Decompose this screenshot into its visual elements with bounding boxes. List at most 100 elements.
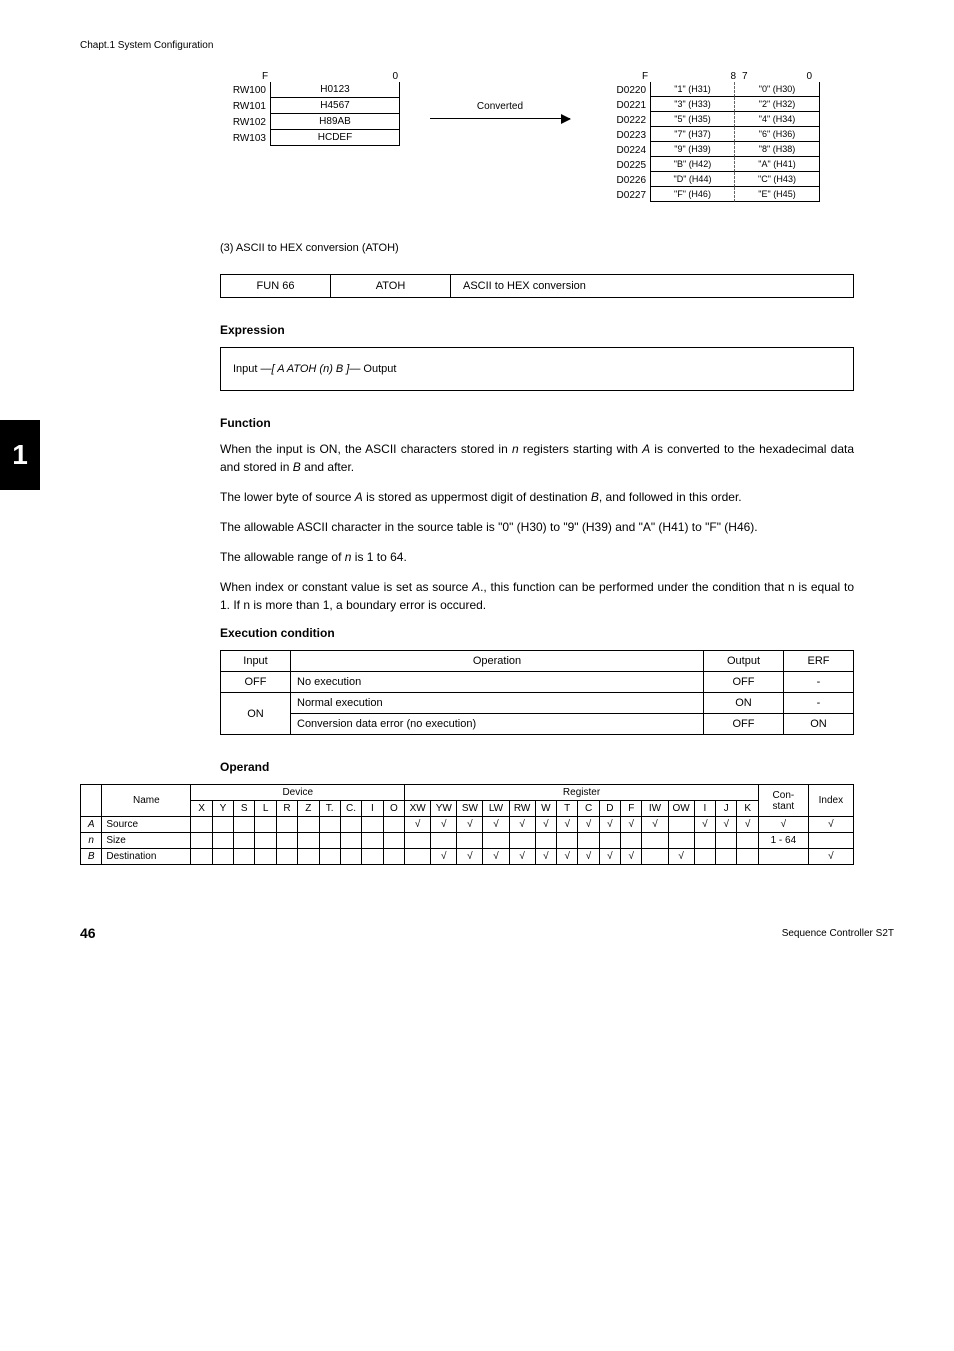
body-paragraph: The allowable ASCII character in the sou… <box>220 518 854 536</box>
dst-cell: "4" (H34) <box>735 112 820 127</box>
td: ON <box>704 693 784 714</box>
dst-cell: "8" (H38) <box>735 142 820 157</box>
execution-table: InputOperationOutputERF OFFNo executionO… <box>220 650 854 735</box>
td: OFF <box>221 672 291 693</box>
dst-cell: "1" (H31) <box>650 82 735 97</box>
dst-cell: "A" (H41) <box>735 157 820 172</box>
row-label: D0227 <box>600 187 650 202</box>
bit-label: F <box>642 71 692 82</box>
expression-box: Input —[ A ATOH (n) B ]— Output <box>220 347 854 391</box>
th: O <box>383 801 405 817</box>
row-label: D0226 <box>600 172 650 187</box>
dst-cell: "E" (H45) <box>735 187 820 202</box>
td: - <box>784 693 854 714</box>
th: ERF <box>784 651 854 672</box>
td: Source <box>102 817 191 833</box>
th: Con- stant <box>758 785 808 817</box>
dst-cell: "3" (H33) <box>650 97 735 112</box>
expr-text: Output <box>360 363 396 375</box>
row-label: RW103 <box>220 130 270 146</box>
th: C <box>578 801 599 817</box>
expr-text: Input <box>233 363 261 375</box>
th: XW <box>405 801 431 817</box>
td: A <box>81 817 102 833</box>
body-paragraph: The lower byte of source A is stored as … <box>220 488 854 506</box>
th: OW <box>668 801 694 817</box>
th: I <box>362 801 383 817</box>
td: ON <box>784 714 854 735</box>
th: F <box>621 801 642 817</box>
bit-label: F <box>262 71 268 82</box>
th: Device <box>191 785 405 801</box>
row-label: RW102 <box>220 114 270 130</box>
body-paragraph: When the input is ON, the ASCII characte… <box>220 440 854 476</box>
body-paragraph: The allowable range of n is 1 to 64. <box>220 548 854 566</box>
th: J <box>716 801 737 817</box>
th: K <box>737 801 759 817</box>
row-label: D0221 <box>600 97 650 112</box>
th: T. <box>319 801 340 817</box>
th <box>81 785 102 817</box>
src-cell: H0123 <box>270 82 400 98</box>
row-label: RW100 <box>220 82 270 98</box>
td: Size <box>102 833 191 849</box>
th: Y <box>212 801 233 817</box>
chapter-header: Chapt.1 System Configuration <box>80 40 894 51</box>
dst-cell: "B" (H42) <box>650 157 735 172</box>
bit-label: 0 <box>392 71 398 82</box>
page-number: 46 <box>80 925 96 941</box>
row-label: D0223 <box>600 127 650 142</box>
row-label: D0220 <box>600 82 650 97</box>
th: S <box>234 801 255 817</box>
src-cell: H89AB <box>270 114 400 130</box>
fun-number: FUN 66 <box>221 275 331 297</box>
expression-heading: Expression <box>220 323 854 337</box>
td: B <box>81 849 102 865</box>
th: X <box>191 801 212 817</box>
th: C. <box>340 801 361 817</box>
row-label: D0225 <box>600 157 650 172</box>
table-row: B Destination √√√√√√√√√√ √ <box>81 849 854 865</box>
th: Operation <box>291 651 704 672</box>
operand-heading: Operand <box>220 760 854 774</box>
arrow-label: Converted <box>477 101 523 112</box>
th: L <box>255 801 276 817</box>
operand-table: Name Device Register Con- stant Index XY… <box>80 784 854 865</box>
th: R <box>276 801 297 817</box>
th: Name <box>102 785 191 817</box>
table-row: A Source √√√√√√√√√√√√√√ √√ <box>81 817 854 833</box>
arrow-icon <box>430 118 570 119</box>
execution-heading: Execution condition <box>220 626 854 640</box>
row-label: RW101 <box>220 98 270 114</box>
th: Input <box>221 651 291 672</box>
th: IW <box>642 801 668 817</box>
td: - <box>784 672 854 693</box>
row-label: D0224 <box>600 142 650 157</box>
function-header-table: FUN 66 ATOH ASCII to HEX conversion <box>220 274 854 298</box>
td: OFF <box>704 672 784 693</box>
th: YW <box>431 801 457 817</box>
body-paragraph: When index or constant value is set as s… <box>220 578 854 614</box>
conversion-diagram: F0 RW100H0123 RW101H4567 RW102H89AB RW10… <box>220 71 854 202</box>
th: Output <box>704 651 784 672</box>
bit-label: 7 <box>742 71 777 82</box>
th: W <box>535 801 556 817</box>
dst-cell: "F" (H46) <box>650 187 735 202</box>
dst-cell: "D" (H44) <box>650 172 735 187</box>
th: I <box>694 801 715 817</box>
th: Register <box>405 785 759 801</box>
footer-text: Sequence Controller S2T <box>782 928 894 939</box>
td: Destination <box>102 849 191 865</box>
th: Index <box>808 785 853 817</box>
destination-table: F870 D0220"1" (H31)"0" (H30) D0221"3" (H… <box>600 71 820 202</box>
dst-cell: "6" (H36) <box>735 127 820 142</box>
source-table: F0 RW100H0123 RW101H4567 RW102H89AB RW10… <box>220 71 400 146</box>
dst-cell: "7" (H37) <box>650 127 735 142</box>
th: RW <box>509 801 535 817</box>
th: D <box>599 801 620 817</box>
td: Normal execution <box>291 693 704 714</box>
td: OFF <box>704 714 784 735</box>
src-cell: HCDEF <box>270 130 400 146</box>
fun-desc: ASCII to HEX conversion <box>451 275 853 297</box>
dst-cell: "9" (H39) <box>650 142 735 157</box>
